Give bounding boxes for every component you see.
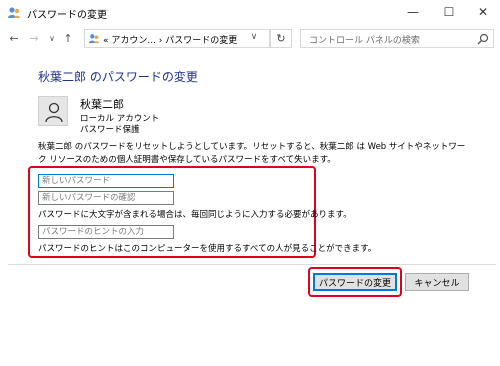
search-box[interactable]: コントロール パネルの検索 — [300, 29, 494, 48]
search-input[interactable]: コントロール パネルの検索 — [309, 33, 420, 46]
new-password-field[interactable]: 新しいパスワード — [38, 174, 174, 188]
search-icon[interactable] — [477, 33, 489, 45]
window-title: パスワードの変更 — [27, 10, 107, 21]
password-hint-field[interactable]: パスワードのヒントの入力 — [38, 225, 174, 239]
up-button[interactable]: ↑ — [60, 29, 76, 47]
page-title: 秋葉二郎 のパスワードの変更 — [38, 70, 198, 84]
user-accounts-icon — [88, 34, 100, 44]
user-name: 秋葉二郎 — [80, 98, 124, 111]
user-accounts-icon — [8, 7, 20, 18]
refresh-button[interactable]: ↻ — [270, 29, 292, 48]
maximize-button[interactable]: ☐ — [432, 0, 466, 24]
avatar — [38, 96, 68, 126]
recent-locations-dropdown[interactable]: ∨ — [44, 29, 60, 47]
protection-status: パスワード保護 — [80, 125, 140, 135]
confirm-password-field[interactable]: 新しいパスワードの確認 — [38, 191, 174, 205]
divider — [8, 264, 496, 265]
reset-warning-text: 秋葉二郎 のパスワードをリセットしようとしています。リセットすると、秋葉二郎 は… — [38, 142, 466, 165]
minimize-button[interactable]: — — [396, 0, 430, 24]
forward-button[interactable]: → — [26, 29, 42, 47]
cancel-button[interactable]: キャンセル — [405, 273, 469, 291]
user-icon — [45, 102, 63, 123]
address-bar[interactable]: « アカウン... › パスワードの変更 — [84, 29, 270, 48]
change-password-button[interactable]: パスワードの変更 — [313, 273, 397, 291]
case-sensitivity-note: パスワードに大文字が含まれる場合は、毎回同じように入力する必要があります。 — [38, 210, 352, 220]
hint-visibility-note: パスワードのヒントはこのコンピューターを使用するすべての人が見ることができます。 — [38, 244, 377, 254]
breadcrumb[interactable]: « アカウン... › パスワードの変更 — [103, 33, 237, 46]
close-button[interactable]: ✕ — [466, 0, 500, 24]
back-button[interactable]: ← — [6, 29, 22, 47]
address-dropdown-chevron-icon[interactable]: ∨ — [244, 26, 264, 48]
